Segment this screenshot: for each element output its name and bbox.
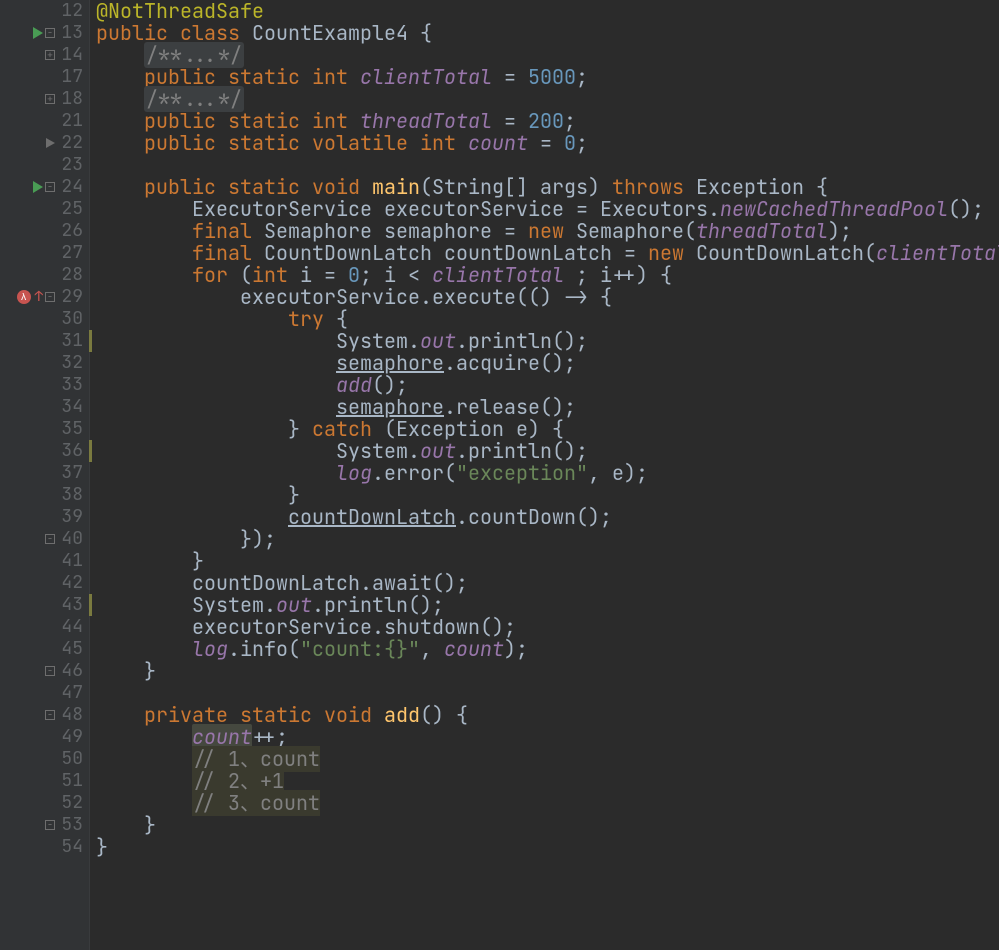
gutter-row[interactable]: 25 [0, 198, 89, 220]
lambda-icon[interactable]: λ [17, 290, 31, 304]
gutter-row[interactable]: 34 [0, 396, 89, 418]
gutter-row[interactable]: 37 [0, 462, 89, 484]
code-line[interactable]: public static int clientTotal = 5000; [96, 66, 999, 88]
gutter-row[interactable]: 35 [0, 418, 89, 440]
gutter-row[interactable]: −13 [0, 22, 89, 44]
code-line[interactable]: log.info("count:{}", count); [96, 638, 999, 660]
gutter-row[interactable]: 33 [0, 374, 89, 396]
fold-icon[interactable]: + [45, 50, 55, 60]
code-line[interactable]: } [96, 836, 999, 858]
gutter-row[interactable]: 22 [0, 132, 89, 154]
gutter-row[interactable]: 45 [0, 638, 89, 660]
gutter-row[interactable]: 12 [0, 0, 89, 22]
fold-icon[interactable]: − [45, 710, 55, 720]
gutter-row[interactable]: 44 [0, 616, 89, 638]
code-line[interactable]: executorService.shutdown(); [96, 616, 999, 638]
code-line[interactable]: } [96, 660, 999, 682]
code-line[interactable]: System.out.println(); [96, 594, 999, 616]
run-icon[interactable] [33, 181, 43, 193]
gutter-row[interactable]: 21 [0, 110, 89, 132]
gutter-row[interactable]: 30 [0, 308, 89, 330]
code-line[interactable]: System.out.println(); [96, 330, 999, 352]
gutter-row[interactable]: 50 [0, 748, 89, 770]
code-line[interactable]: }); [96, 528, 999, 550]
gutter-row[interactable]: −53 [0, 814, 89, 836]
fold-icon[interactable]: − [45, 666, 55, 676]
gutter-row[interactable]: 31 [0, 330, 89, 352]
gutter-row[interactable]: 43 [0, 594, 89, 616]
gutter-row[interactable]: λ↑−29 [0, 286, 89, 308]
code-line[interactable]: // 2、+1 [96, 770, 999, 792]
code-line[interactable] [96, 154, 999, 176]
code-line[interactable] [96, 682, 999, 704]
code-line[interactable]: countDownLatch.await(); [96, 572, 999, 594]
code-line[interactable]: public class CountExample4 { [96, 22, 999, 44]
gutter-row[interactable]: 52 [0, 792, 89, 814]
run-icon[interactable] [46, 138, 55, 148]
code-line[interactable]: System.out.println(); [96, 440, 999, 462]
gutter-row[interactable]: −40 [0, 528, 89, 550]
code-line[interactable]: add(); [96, 374, 999, 396]
code-line[interactable]: } [96, 484, 999, 506]
gutter-row[interactable]: −48 [0, 704, 89, 726]
code-line[interactable]: countDownLatch.countDown(); [96, 506, 999, 528]
gutter-row[interactable]: 28 [0, 264, 89, 286]
gutter-row[interactable]: 39 [0, 506, 89, 528]
code-line[interactable]: } catch (Exception e) { [96, 418, 999, 440]
code-line[interactable]: public static void main(String[] args) t… [96, 176, 999, 198]
code-line[interactable]: public static int threadTotal = 200; [96, 110, 999, 132]
code-line[interactable]: final CountDownLatch countDownLatch = ne… [96, 242, 999, 264]
gutter-row[interactable]: +18 [0, 88, 89, 110]
gutter-row[interactable]: 38 [0, 484, 89, 506]
code-line[interactable]: } [96, 814, 999, 836]
code-line[interactable]: final Semaphore semaphore = new Semaphor… [96, 220, 999, 242]
recursive-icon: ↑ [35, 286, 43, 308]
code-line[interactable]: public static volatile int count = 0; [96, 132, 999, 154]
code-line[interactable]: for (int i = 0; i < clientTotal ; i++) { [96, 264, 999, 286]
gutter-row[interactable]: 51 [0, 770, 89, 792]
gutter-row[interactable]: 47 [0, 682, 89, 704]
code-line[interactable]: try { [96, 308, 999, 330]
code-line[interactable]: } [96, 550, 999, 572]
gutter-row[interactable]: 36 [0, 440, 89, 462]
code-line[interactable]: // 3、count [96, 792, 999, 814]
code-line[interactable]: /**...*/ [96, 88, 999, 110]
vcs-change-marker[interactable] [89, 330, 92, 352]
fold-icon[interactable]: − [45, 534, 55, 544]
code-line[interactable]: @NotThreadSafe [96, 0, 999, 22]
fold-icon[interactable]: − [45, 292, 55, 302]
gutter: 12 −13 +14 17 +18 21 22 23 −24 25 26 27 … [0, 0, 90, 950]
fold-icon[interactable]: − [45, 820, 55, 830]
code-area[interactable]: @NotThreadSafe public class CountExample… [90, 0, 999, 950]
gutter-row[interactable]: 23 [0, 154, 89, 176]
gutter-row[interactable]: 49 [0, 726, 89, 748]
code-line[interactable]: log.error("exception", e); [96, 462, 999, 484]
code-line[interactable]: /**...*/ [96, 44, 999, 66]
vcs-change-marker[interactable] [89, 440, 92, 462]
gutter-row[interactable]: −24 [0, 176, 89, 198]
code-editor[interactable]: 12 −13 +14 17 +18 21 22 23 −24 25 26 27 … [0, 0, 999, 950]
code-line[interactable]: semaphore.release(); [96, 396, 999, 418]
vcs-change-marker[interactable] [89, 594, 92, 616]
code-line[interactable]: private static void add() { [96, 704, 999, 726]
code-line[interactable]: ExecutorService executorService = Execut… [96, 198, 999, 220]
gutter-row[interactable]: 54 [0, 836, 89, 858]
gutter-row[interactable]: 41 [0, 550, 89, 572]
gutter-row[interactable]: −46 [0, 660, 89, 682]
gutter-row[interactable]: 27 [0, 242, 89, 264]
gutter-row[interactable]: 32 [0, 352, 89, 374]
gutter-row[interactable]: +14 [0, 44, 89, 66]
run-icon[interactable] [33, 27, 43, 39]
fold-icon[interactable]: − [45, 28, 55, 38]
gutter-row[interactable]: 17 [0, 66, 89, 88]
fold-icon[interactable]: + [45, 94, 55, 104]
gutter-row[interactable]: 42 [0, 572, 89, 594]
gutter-row[interactable]: 26 [0, 220, 89, 242]
code-line[interactable]: count++; [96, 726, 999, 748]
code-line[interactable]: semaphore.acquire(); [96, 352, 999, 374]
fold-icon[interactable]: − [45, 182, 55, 192]
code-line[interactable]: executorService.execute(() -> { [96, 286, 999, 308]
code-line[interactable]: // 1、count [96, 748, 999, 770]
